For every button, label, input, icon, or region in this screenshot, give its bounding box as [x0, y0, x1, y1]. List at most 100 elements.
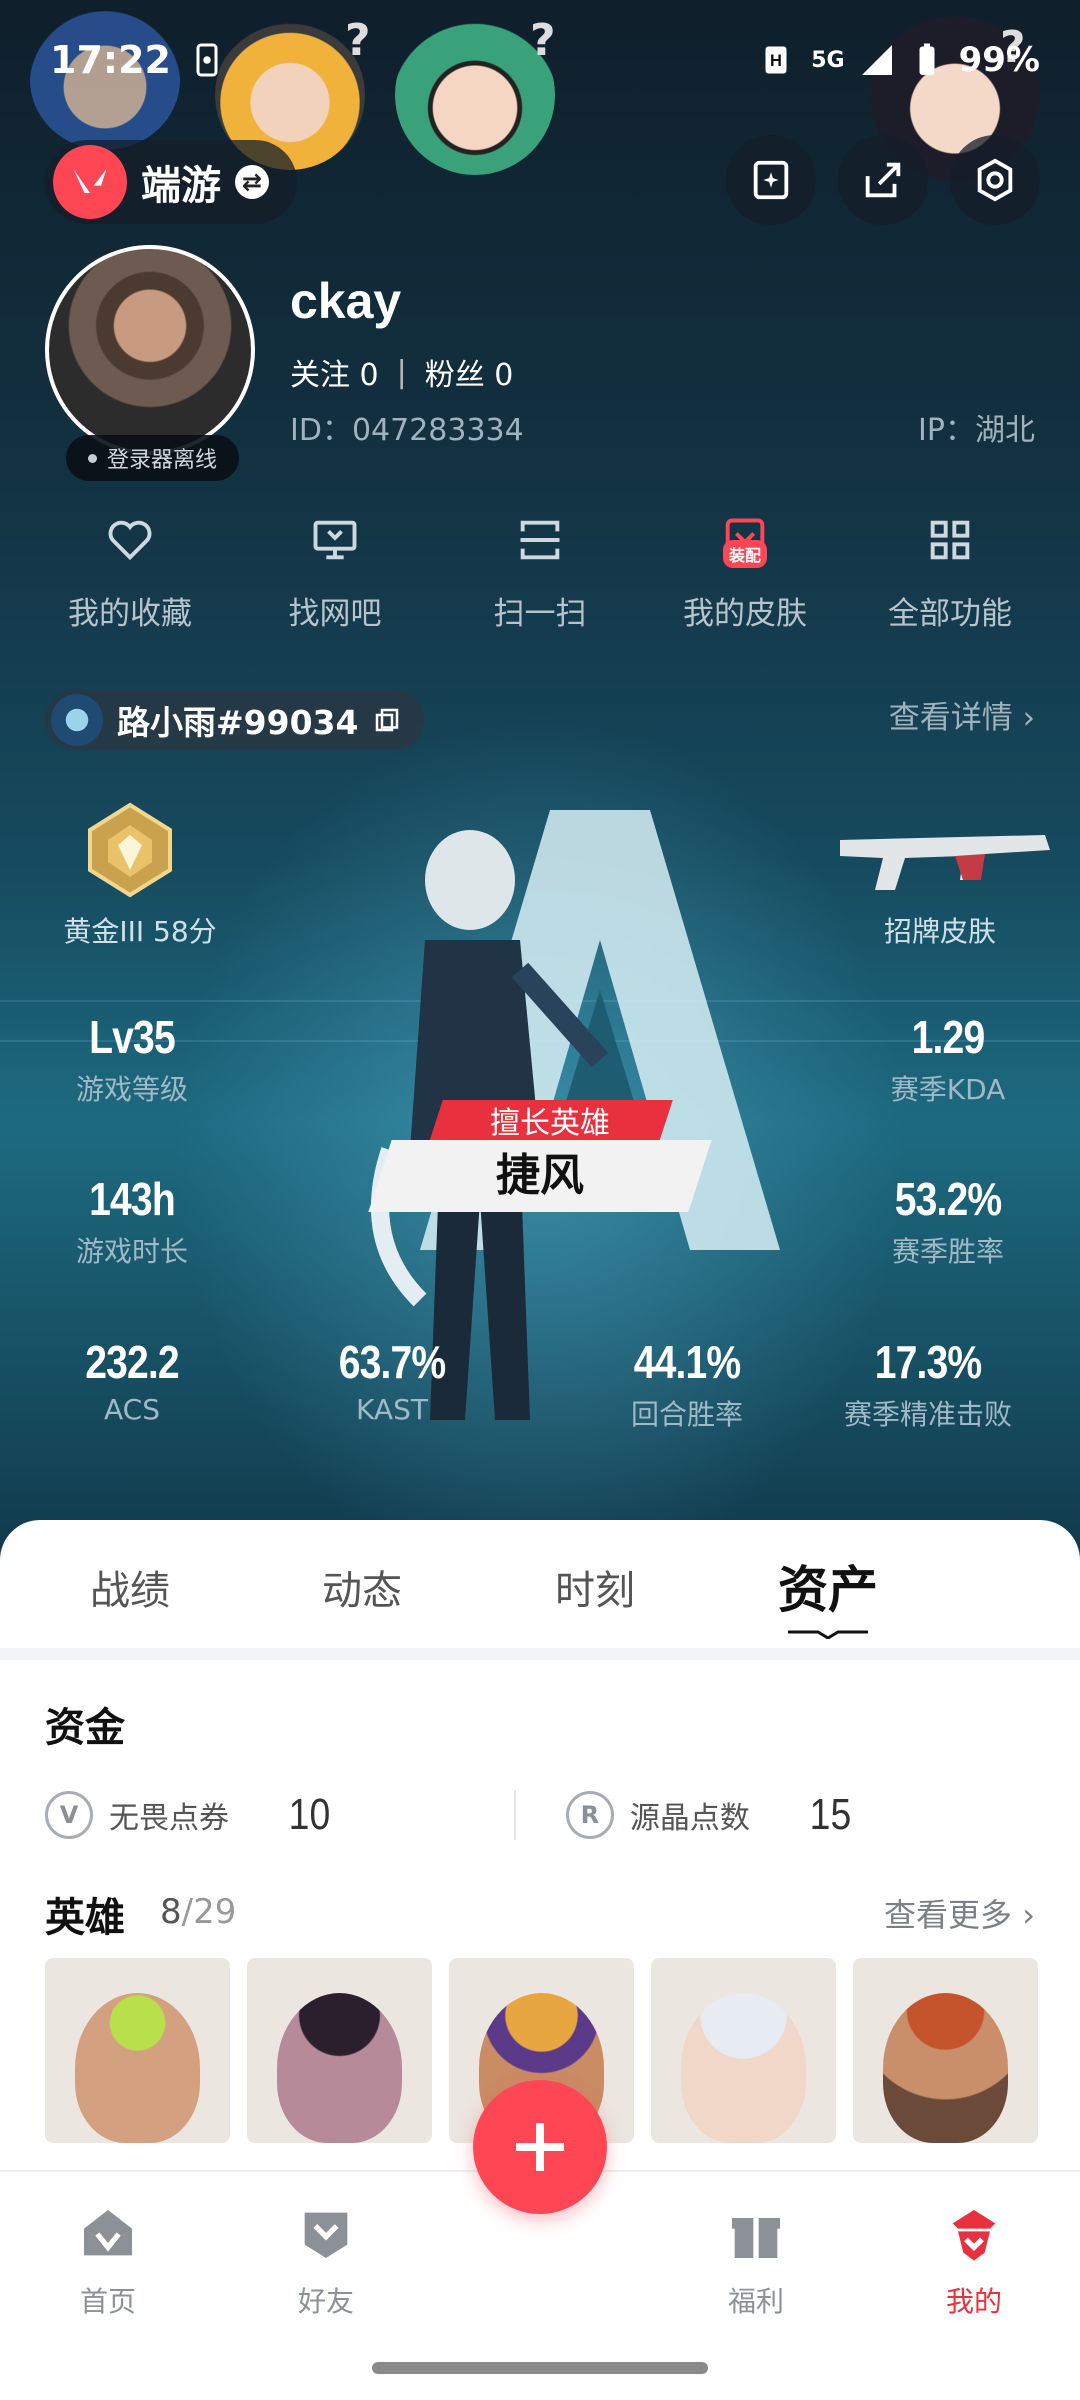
agent-portrait	[75, 1993, 200, 2143]
status-dot-icon	[88, 453, 97, 463]
launcher-status-text: 登录器离线	[107, 448, 218, 473]
signature-skin-rifle-icon	[840, 835, 1050, 890]
plus-icon	[516, 2123, 564, 2171]
following-link[interactable]: 关注 0	[290, 350, 379, 394]
valorant-logo-icon	[53, 145, 127, 219]
network-type: 5G	[811, 47, 845, 73]
battery-icon	[919, 43, 935, 75]
quick-label: 扫一扫	[493, 596, 587, 632]
view-detail-label: 查看详情	[888, 700, 1013, 736]
quick-favorites[interactable]: 我的收藏	[30, 510, 230, 633]
app-switch-button[interactable]: 端游 ⇄	[45, 140, 297, 224]
tab-moments[interactable]: 时刻	[555, 1558, 635, 1616]
ip-location: IP：湖北	[918, 413, 1035, 448]
battery-percent: 99%	[958, 40, 1040, 80]
quick-label: 全部功能	[888, 596, 1012, 632]
fund-value: 10	[288, 1790, 331, 1839]
see-more-label: 查看更多	[884, 1896, 1013, 1934]
tab-record[interactable]: 战绩	[90, 1558, 170, 1616]
stat-value: 63.7%	[338, 1336, 446, 1388]
monitor-icon	[305, 510, 365, 570]
stat-label: 游戏时长	[75, 1235, 188, 1268]
signal-icon	[861, 45, 892, 75]
fund-value: 15	[809, 1790, 852, 1839]
quick-scan[interactable]: 扫一扫	[440, 510, 640, 633]
gear-icon	[977, 158, 1013, 202]
screen-record-icon	[196, 43, 218, 77]
status-time: 17:22	[50, 38, 171, 82]
game-account-avatar	[51, 694, 103, 746]
copy-icon[interactable]	[372, 705, 402, 735]
divider: |	[396, 354, 407, 390]
skin-icon: 装配	[715, 510, 775, 570]
valorant-points: V 无畏点券 10	[45, 1790, 514, 1840]
best-hero-name-text: 捷风	[496, 1150, 584, 1201]
agent-card[interactable]	[247, 1958, 432, 2143]
settings-button[interactable]	[950, 135, 1040, 225]
see-more-link[interactable]: 查看更多 ›	[884, 1890, 1035, 1936]
fund-label: 无畏点券	[109, 1801, 229, 1836]
agent-card[interactable]	[853, 1958, 1038, 2143]
stat-kda: 1.29 赛季KDA	[838, 1010, 1058, 1108]
stat-level: Lv35 游戏等级	[22, 1010, 242, 1108]
stat-acs: 232.2 ACS	[22, 1335, 242, 1426]
view-detail-link[interactable]: 查看详情 ›	[889, 692, 1035, 737]
stat-label: 赛季精准击败	[843, 1398, 1012, 1431]
nav-label: 福利	[727, 2285, 784, 2318]
valorant-points-icon: V	[45, 1791, 93, 1839]
stat-label: ACS	[104, 1393, 160, 1426]
active-tab-indicator	[788, 1630, 868, 1639]
friends-icon	[304, 2212, 348, 2258]
stat-value: 17.3%	[874, 1336, 982, 1388]
fans-label: 粉丝	[424, 358, 485, 393]
home-icon	[84, 2210, 132, 2256]
user-id: ID：047283334	[290, 413, 524, 448]
tab-moments-feed[interactable]: 动态	[322, 1558, 402, 1616]
nav-label: 好友	[297, 2285, 354, 2318]
quick-find-cafe[interactable]: 找网吧	[235, 510, 435, 633]
create-post-button[interactable]	[473, 2080, 607, 2214]
tab-assets[interactable]: 资产	[778, 1550, 878, 1622]
nav-home[interactable]: 首页	[38, 2202, 178, 2320]
heroes-title: 英雄	[45, 1895, 125, 1941]
avatar[interactable]	[45, 245, 255, 455]
stat-value: 232.2	[85, 1336, 179, 1388]
profile-icon	[952, 2210, 996, 2261]
rank-label: 黄金III 58分	[63, 915, 217, 948]
quick-my-skins[interactable]: 装配 我的皮肤	[645, 510, 845, 633]
profile-hero: ? ? ? 17:22 H 5G 99% 端游 ⇄ 登录器离线 ckay 关注 …	[0, 0, 1080, 1560]
sparkle-card-button[interactable]	[726, 135, 816, 225]
stat-label: KAST	[356, 1393, 428, 1426]
quick-label: 我的皮肤	[683, 596, 807, 632]
radianite-points: R 源晶点数 15	[565, 1790, 1035, 1840]
share-button[interactable]	[838, 135, 928, 225]
nav-friends[interactable]: 好友	[256, 2202, 396, 2320]
home-indicator[interactable]	[372, 2362, 708, 2374]
fans-count: 0	[494, 358, 514, 393]
stat-win-rate: 53.2% 赛季胜率	[838, 1172, 1058, 1270]
agent-portrait	[277, 1993, 402, 2143]
following-label: 关注	[290, 358, 350, 393]
stat-value: 143h	[89, 1173, 176, 1225]
gift-icon	[732, 2218, 780, 2258]
nav-benefits[interactable]: 福利	[686, 2202, 826, 2320]
follow-stats: 关注 0 | 粉丝 0	[290, 350, 513, 394]
radianite-points-icon: R	[565, 1791, 614, 1839]
stat-kast: 63.7% KAST	[282, 1335, 502, 1426]
quick-all-functions[interactable]: 全部功能	[850, 510, 1050, 633]
game-account-chip[interactable]: 路小雨#99034	[45, 690, 425, 750]
agent-card[interactable]	[45, 1958, 230, 2143]
stat-label: 游戏等级	[75, 1073, 188, 1106]
stat-round-win: 44.1% 回合胜率	[577, 1335, 797, 1433]
fans-link[interactable]: 粉丝 0	[425, 350, 514, 394]
scan-icon	[510, 510, 570, 570]
hd-icon: H	[765, 46, 787, 74]
quick-functions: 我的收藏 找网吧 扫一扫 装配 我的皮肤 全部功能	[30, 510, 1050, 633]
stat-label: 赛季胜率	[891, 1235, 1004, 1268]
best-hero-name[interactable]: 捷风	[368, 1140, 712, 1212]
agent-portrait	[883, 1993, 1008, 2143]
stat-value: Lv35	[89, 1011, 176, 1063]
agent-card[interactable]	[651, 1958, 836, 2143]
nav-me[interactable]: 我的	[904, 2202, 1044, 2320]
grid-icon	[920, 510, 980, 570]
